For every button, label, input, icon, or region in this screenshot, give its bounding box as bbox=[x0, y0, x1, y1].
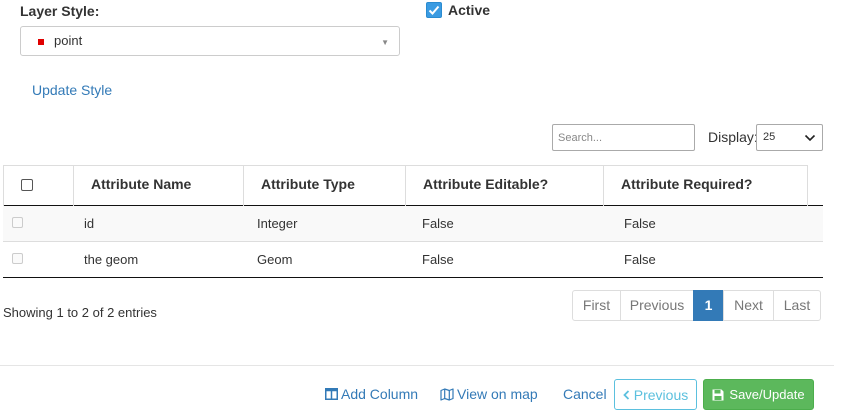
attribute-editable-cell: False bbox=[422, 252, 454, 267]
chevron-down-icon bbox=[804, 134, 816, 142]
pagination-next[interactable]: Next bbox=[723, 290, 774, 321]
attribute-required-cell: False bbox=[624, 252, 656, 267]
save-update-button[interactable]: Save/Update bbox=[703, 379, 814, 410]
search-input[interactable] bbox=[552, 124, 695, 151]
active-checkbox[interactable] bbox=[426, 2, 442, 18]
pagination-first[interactable]: First bbox=[572, 290, 621, 321]
map-icon bbox=[440, 387, 454, 401]
layer-style-select[interactable]: point ▼ bbox=[20, 26, 400, 56]
table-row[interactable]: id Integer False False bbox=[3, 206, 823, 242]
table-row[interactable]: the geom Geom False False bbox=[3, 242, 823, 278]
column-header-name[interactable]: Attribute Name bbox=[73, 165, 244, 206]
dropdown-caret-icon: ▼ bbox=[381, 38, 389, 47]
cancel-button[interactable]: Cancel bbox=[563, 385, 607, 403]
layer-style-label: Layer Style: bbox=[20, 3, 100, 19]
table-header: Attribute Name Attribute Type Attribute … bbox=[3, 165, 823, 206]
attribute-type-cell: Integer bbox=[257, 216, 298, 231]
attribute-type-cell: Geom bbox=[257, 252, 293, 267]
checkmark-icon bbox=[428, 5, 440, 15]
pagination: First Previous 1 Next Last bbox=[572, 290, 821, 321]
row-checkbox[interactable] bbox=[12, 253, 23, 264]
attribute-required-cell: False bbox=[624, 216, 656, 231]
floppy-disk-icon bbox=[712, 389, 724, 400]
update-style-link[interactable]: Update Style bbox=[32, 82, 112, 98]
display-length-value: 25 bbox=[763, 131, 776, 143]
pagination-page-1[interactable]: 1 bbox=[693, 290, 724, 321]
add-column-button[interactable]: Add Column bbox=[325, 385, 418, 403]
active-toggle[interactable]: Active bbox=[426, 1, 490, 19]
chevron-left-icon bbox=[622, 389, 629, 400]
previous-label: Previous bbox=[633, 386, 689, 403]
display-label: Display: bbox=[708, 129, 758, 145]
entries-info: Showing 1 to 2 of 2 entries bbox=[3, 305, 157, 320]
select-all-header bbox=[3, 165, 74, 206]
view-on-map-button[interactable]: View on map bbox=[440, 385, 538, 403]
footer-divider bbox=[0, 365, 834, 366]
point-swatch bbox=[38, 39, 44, 45]
row-checkbox[interactable] bbox=[12, 217, 23, 228]
add-column-label: Add Column bbox=[341, 386, 419, 402]
previous-button[interactable]: Previous bbox=[614, 379, 697, 410]
select-all-checkbox[interactable] bbox=[21, 179, 33, 191]
attribute-name-cell: id bbox=[84, 216, 95, 231]
attributes-table: Attribute Name Attribute Type Attribute … bbox=[3, 165, 823, 278]
columns-icon bbox=[325, 388, 338, 400]
display-length-select[interactable]: 25 bbox=[756, 124, 823, 151]
pagination-last[interactable]: Last bbox=[773, 290, 821, 321]
pagination-previous[interactable]: Previous bbox=[620, 290, 694, 321]
view-on-map-label: View on map bbox=[457, 386, 538, 402]
attribute-name-cell: the geom bbox=[84, 252, 139, 267]
column-header-required[interactable]: Attribute Required? bbox=[603, 165, 808, 206]
save-update-label: Save/Update bbox=[729, 387, 805, 402]
active-label: Active bbox=[448, 2, 491, 18]
attribute-editable-cell: False bbox=[422, 216, 454, 231]
cancel-label: Cancel bbox=[563, 386, 607, 402]
column-header-type[interactable]: Attribute Type bbox=[243, 165, 406, 206]
column-header-editable[interactable]: Attribute Editable? bbox=[405, 165, 604, 206]
layer-style-value: point bbox=[54, 33, 83, 48]
